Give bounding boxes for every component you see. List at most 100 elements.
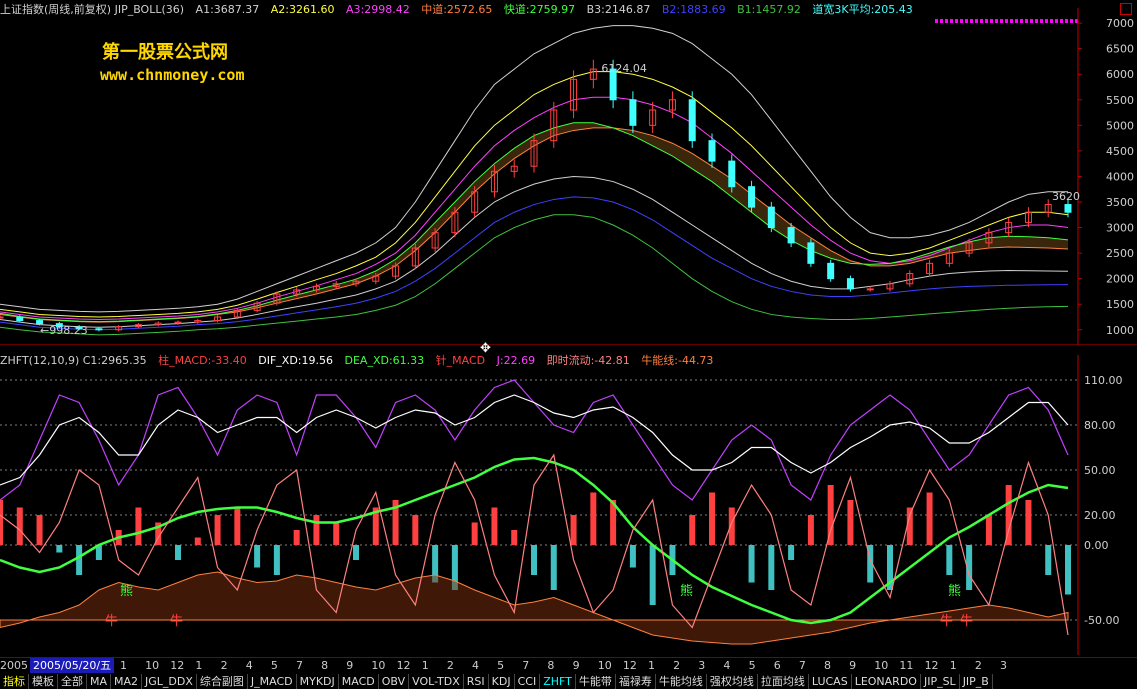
macd-bar [709, 492, 715, 545]
date-axis-month: 8 [321, 659, 329, 672]
tab-17[interactable]: 福禄寿 [616, 674, 656, 689]
date-axis-month: 5 [497, 659, 505, 672]
date-axis: 2005 2005/05/20/五 1 10 12 1 2 4 5 7 8 9 10 12 1 2 4 5 7 8… [0, 657, 1137, 673]
candle-body [787, 227, 795, 244]
tab-20[interactable]: 拉面均线 [758, 674, 809, 689]
date-axis-month: 7 [522, 659, 530, 672]
y-tick-label: 2000 [1106, 273, 1134, 286]
tab-23[interactable]: JIP_SL [921, 674, 960, 689]
signal-label: 牛 [105, 614, 118, 629]
candle-body [16, 316, 24, 322]
y-tick-label: 3500 [1106, 196, 1134, 209]
tab-5[interactable]: JGL_DDX [142, 674, 197, 689]
sub-y-tick-label: 0.00 [1084, 539, 1109, 552]
macd-bar [946, 545, 953, 575]
candle-body [807, 242, 815, 264]
tab-19[interactable]: 强权均线 [707, 674, 758, 689]
tab-0[interactable]: 指标 [0, 674, 29, 689]
macd-bar [16, 507, 23, 545]
tab-1[interactable]: 模板 [29, 674, 58, 689]
macd-bar [471, 522, 478, 545]
series-line-A3 [0, 96, 1069, 321]
tab-21[interactable]: LUCAS [809, 674, 852, 689]
tab-6[interactable]: 综合副图 [197, 674, 248, 689]
macd-bar [807, 515, 814, 545]
macd-bar [550, 545, 557, 590]
sub-y-tick-label: 110.00 [1084, 374, 1123, 387]
macd-bar [76, 545, 83, 575]
date-axis-month: 2 [446, 659, 454, 672]
date-axis-month: 4 [472, 659, 479, 672]
macd-bar [333, 522, 340, 545]
y-tick-label: 5500 [1106, 94, 1134, 107]
date-axis-month: 12 [924, 659, 939, 672]
drag-cursor-icon[interactable]: ✥ [480, 341, 491, 356]
macd-bar [629, 545, 636, 568]
tab-14[interactable]: CCI [515, 674, 541, 689]
tab-24[interactable]: JIP_B [960, 674, 993, 689]
macd-bar [768, 545, 775, 590]
tab-8[interactable]: MYKDJ [297, 674, 339, 689]
date-axis-month: 4 [723, 659, 731, 672]
date-axis-month: 3 [1000, 659, 1007, 672]
y-tick-label: 7000 [1106, 17, 1134, 30]
date-axis-month: 10 [145, 659, 160, 672]
date-axis-month: 1 [195, 659, 203, 672]
date-axis-month: 2 [673, 659, 681, 672]
tab-7[interactable]: J_MACD [248, 674, 297, 689]
y-tick-label: 4000 [1106, 170, 1134, 183]
candle-body [629, 99, 637, 126]
macd-bar [847, 500, 854, 545]
tab-9[interactable]: MACD [339, 674, 379, 689]
macd-bar [254, 545, 261, 568]
tab-12[interactable]: RSI [464, 674, 489, 689]
signal-label: 熊 [680, 583, 693, 599]
candle-body [728, 160, 736, 188]
macd-bar [56, 545, 63, 553]
tab-4[interactable]: MA2 [111, 674, 143, 689]
date-axis-month: 1 [421, 659, 429, 672]
y-tick-label: 4500 [1106, 145, 1134, 158]
tab-10[interactable]: OBV [379, 674, 410, 689]
date-axis-month: 6 [773, 659, 781, 672]
y-tick-label: 1000 [1106, 324, 1134, 337]
macd-bar [511, 530, 518, 545]
macd-bar [985, 515, 992, 545]
date-axis-month: 9 [346, 659, 354, 672]
y-tick-label: 2500 [1106, 247, 1134, 260]
macd-bar [570, 515, 577, 545]
macd-bar [748, 545, 755, 583]
date-axis-selected[interactable]: 2005/05/20/五 [30, 658, 115, 673]
macd-bar [788, 545, 795, 560]
tab-18[interactable]: 牛能均线 [656, 674, 707, 689]
date-axis-month: 8 [547, 659, 555, 672]
sub-y-tick-label: -50.00 [1084, 614, 1119, 627]
date-axis-month: 9 [572, 659, 580, 672]
candle-body [1064, 204, 1072, 213]
tab-3[interactable]: MA [87, 674, 112, 689]
main-price-chart[interactable]: 7000 6500 6000 5500 5000 4500 4000 3500 3000 2500… [0, 0, 1137, 345]
date-axis-month: 12 [396, 659, 411, 672]
tab-13[interactable]: KDJ [489, 674, 515, 689]
macd-bar [273, 545, 280, 575]
date-axis-month: 12 [170, 659, 185, 672]
date-axis-month: 1 [949, 659, 957, 672]
date-axis-month: 5 [270, 659, 278, 672]
y-tick-label: 6500 [1106, 43, 1134, 56]
tab-22[interactable]: LEONARDO [852, 674, 921, 689]
date-axis-month: 10 [874, 659, 889, 672]
date-axis-month: 8 [824, 659, 831, 672]
sub-y-tick-label: 80.00 [1084, 419, 1116, 432]
macd-bar [214, 515, 221, 545]
series-line-B3 [0, 175, 1069, 328]
macd-bar [412, 515, 419, 545]
tab-16[interactable]: 牛能带 [576, 674, 616, 689]
indicator-chart[interactable]: 110.0080.0050.0020.000.00-50.00熊熊熊牛牛牛牛 [0, 355, 1137, 655]
candle-body [95, 328, 103, 331]
date-axis-month: 2 [220, 659, 228, 672]
candle-body [748, 186, 756, 208]
tab-11[interactable]: VOL-TDX [409, 674, 464, 689]
tab-15[interactable]: ZHFT [540, 674, 576, 689]
signal-label: 牛 [960, 614, 973, 629]
tab-2[interactable]: 全部 [58, 674, 87, 689]
